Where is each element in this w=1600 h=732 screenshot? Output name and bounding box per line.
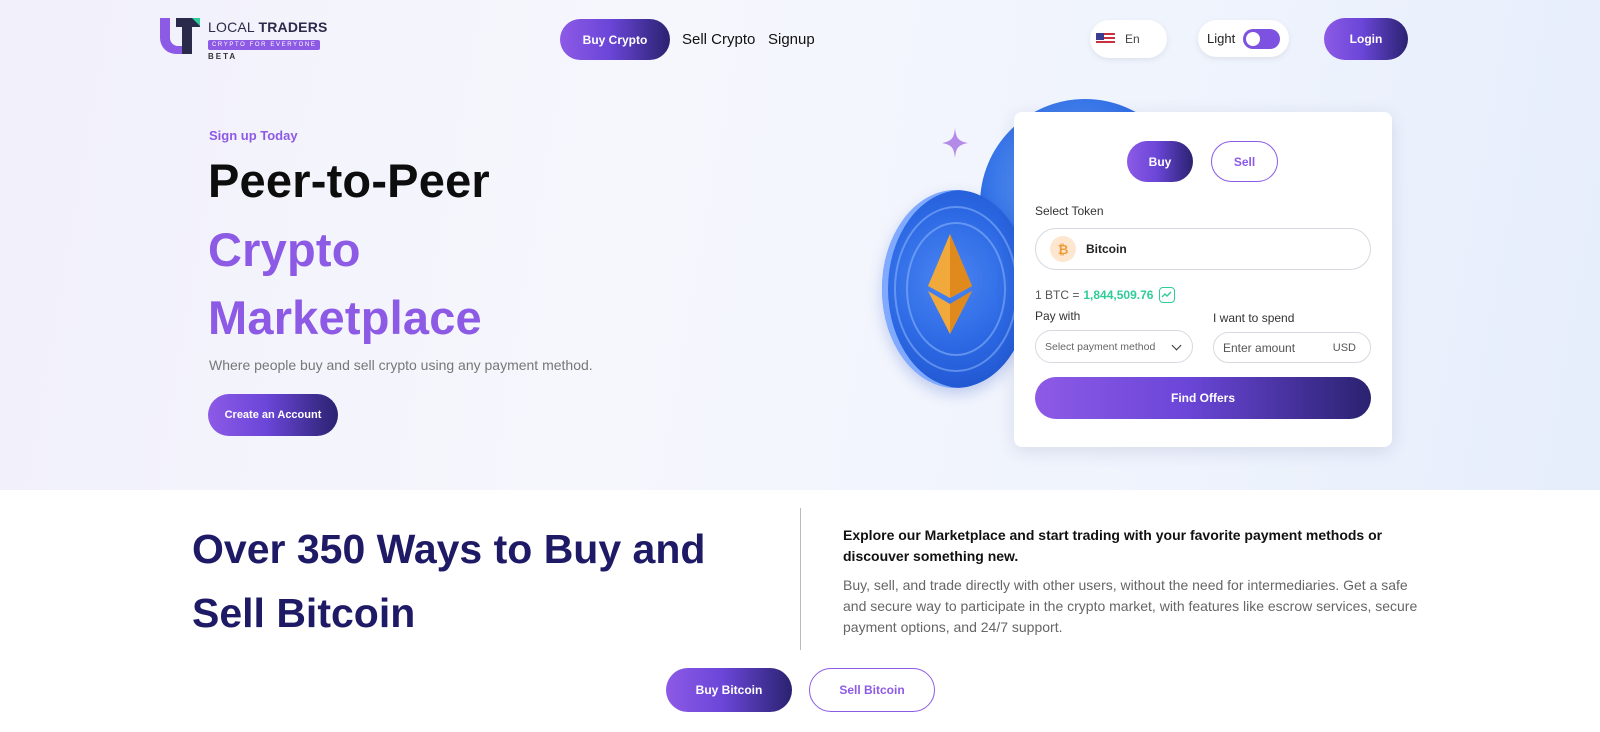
- switch-knob: [1246, 31, 1261, 46]
- create-account-button[interactable]: Create an Account: [208, 394, 338, 436]
- nav-buy-crypto-button[interactable]: Buy Crypto: [560, 19, 670, 60]
- vertical-divider: [800, 508, 801, 650]
- hero-title-line2: Crypto: [208, 223, 361, 276]
- trade-card: Buy Sell Select Token ₿ Bitcoin 1 BTC = …: [1014, 112, 1392, 447]
- logo-tagline: CRYPTO FOR EVERYONE: [208, 40, 321, 50]
- us-flag-icon: [1096, 33, 1115, 45]
- trend-chart-icon[interactable]: [1159, 287, 1176, 303]
- spend-label: I want to spend: [1213, 311, 1295, 325]
- logo-mark-icon: [158, 16, 202, 56]
- payment-method-placeholder: Select payment method: [1045, 340, 1156, 353]
- hero-title-line1: Peer-to-Peer: [208, 154, 490, 207]
- chevron-down-icon: [1171, 340, 1182, 351]
- language-selector[interactable]: En: [1090, 20, 1167, 58]
- find-offers-button[interactable]: Find Offers: [1035, 377, 1371, 419]
- theme-toggle[interactable]: Light: [1198, 20, 1289, 57]
- sell-bitcoin-button[interactable]: Sell Bitcoin: [809, 668, 935, 712]
- ethereum-icon: [928, 234, 972, 334]
- theme-switch[interactable]: [1243, 28, 1281, 49]
- tab-sell[interactable]: Sell: [1211, 141, 1278, 182]
- tab-buy[interactable]: Buy: [1127, 141, 1193, 182]
- buy-bitcoin-button[interactable]: Buy Bitcoin: [666, 668, 792, 712]
- sparkle-icon: [942, 128, 968, 158]
- language-code: En: [1125, 32, 1140, 46]
- hero-subtitle: Where people buy and sell crypto using a…: [209, 357, 593, 373]
- select-token-label: Select Token: [1035, 204, 1104, 218]
- logo[interactable]: LOCAL TRADERS CRYPTO FOR EVERYONE BETA: [158, 16, 328, 61]
- ethereum-coin-image: [882, 190, 1030, 388]
- amount-field[interactable]: USD: [1213, 332, 1371, 363]
- payment-method-select[interactable]: Select payment method: [1035, 330, 1193, 363]
- section-title: Over 350 Ways to Buy and Sell Bitcoin: [192, 526, 706, 636]
- currency-label: USD: [1332, 341, 1356, 354]
- exchange-rate: 1 BTC = 1,844,509.76: [1035, 287, 1176, 303]
- login-button[interactable]: Login: [1324, 18, 1408, 60]
- beta-badge: BETA: [208, 52, 238, 61]
- bitcoin-icon: ₿: [1050, 236, 1076, 262]
- amount-input[interactable]: [1223, 340, 1323, 355]
- theme-label: Light: [1207, 31, 1236, 46]
- nav-signup-link[interactable]: Signup: [768, 31, 815, 48]
- token-select[interactable]: ₿ Bitcoin: [1035, 228, 1371, 270]
- hero-eyebrow: Sign up Today: [209, 128, 298, 143]
- logo-name: LOCAL TRADERS: [208, 19, 328, 35]
- token-name: Bitcoin: [1086, 242, 1127, 256]
- hero-title-line3: Marketplace: [208, 291, 482, 344]
- section-body: Buy, sell, and trade directly with other…: [843, 577, 1418, 635]
- rate-value: 1,844,509.76: [1083, 288, 1154, 302]
- section-lead: Explore our Marketplace and start tradin…: [843, 527, 1383, 564]
- pay-with-label: Pay with: [1035, 309, 1081, 323]
- nav-sell-crypto-link[interactable]: Sell Crypto: [682, 31, 755, 48]
- rate-prefix: 1 BTC =: [1035, 288, 1080, 302]
